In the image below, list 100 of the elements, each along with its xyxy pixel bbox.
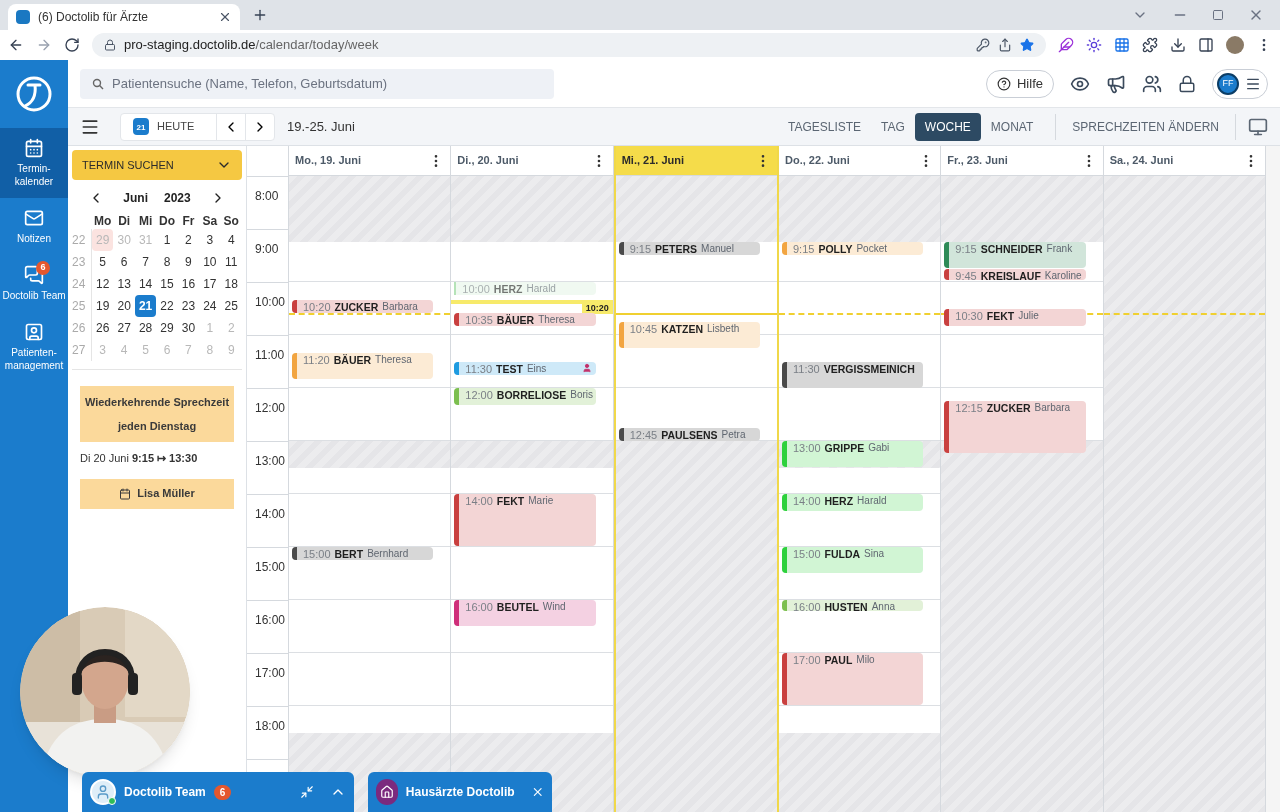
calendar-day[interactable]: 12 — [92, 273, 114, 295]
appointment-card[interactable]: 11:20 BÄUER Theresa — [292, 352, 434, 379]
users-icon[interactable] — [1142, 73, 1162, 94]
calendar-day[interactable]: 5 — [92, 251, 114, 273]
appointment-card[interactable]: 16:00 BEUTEL Wind — [454, 600, 596, 626]
calendar-day[interactable]: 25 — [220, 295, 242, 317]
view-tab[interactable]: WOCHE — [914, 112, 981, 141]
day-header[interactable]: Mi., 21. Juni — [615, 146, 777, 176]
calendar-day[interactable]: 3 — [199, 229, 221, 251]
chat-tab[interactable]: Hausärzte Doctolib — [368, 772, 552, 812]
appointment-card[interactable]: 10:35 BÄUER Theresa — [454, 312, 596, 326]
calendar-day[interactable]: 19 — [92, 295, 114, 317]
appointment-card[interactable]: 10:30 FEKT Julie — [944, 308, 1086, 326]
maximize-icon[interactable] — [1212, 9, 1224, 21]
browser-tab[interactable]: (6) Doctolib für Ärzte — [8, 4, 240, 30]
grid-icon[interactable] — [1114, 37, 1130, 53]
calendar-day[interactable]: 8 — [156, 251, 178, 273]
change-hours-button[interactable]: SPRECHZEITEN ÄNDERN — [1068, 117, 1223, 136]
side-panel-icon[interactable] — [1198, 37, 1214, 53]
appointment-card[interactable]: 9:15 POLLY Pocket — [782, 242, 924, 256]
sidebar-item[interactable]: Termin-kalender — [0, 128, 68, 198]
calendar-day[interactable]: 30 — [177, 317, 200, 339]
extensions-icon[interactable] — [1142, 37, 1158, 53]
calendar-day[interactable]: 6 — [113, 251, 135, 273]
appointment-card[interactable]: 12:45 PAULSENS Petra — [618, 427, 760, 441]
calendar-day[interactable]: 22 — [156, 295, 178, 317]
calendar-day[interactable]: 7 — [134, 251, 157, 273]
new-tab-icon[interactable] — [252, 7, 268, 23]
calendar-day[interactable]: 15 — [156, 273, 178, 295]
appointment-card[interactable]: 17:00 PAUL Milo — [782, 653, 924, 705]
day-label: Mi., 21. Juni — [621, 153, 685, 169]
appointment-card[interactable]: 15:00 BERT Bernhard — [292, 547, 434, 560]
appointment-card[interactable]: 9:15 PETERS Manuel — [618, 242, 760, 256]
search-field[interactable]: Patientensuche (Name, Telefon, Geburtsdatum) — [80, 68, 554, 99]
appointment-card[interactable]: 14:00 FEKT Marie — [454, 494, 596, 546]
key-icon[interactable] — [976, 38, 990, 52]
find-appointment-button[interactable]: TERMIN SUCHEN — [72, 150, 242, 180]
calendar-day[interactable]: 9 — [177, 251, 200, 273]
calendar-day[interactable]: 11 — [220, 251, 242, 273]
calendar-day[interactable]: 17 — [199, 273, 221, 295]
appointment-card[interactable]: 15:00 FULDA Sina — [782, 547, 924, 573]
appointment-time: 13:00 — [793, 442, 821, 454]
appointment-card[interactable]: 14:00 HERZ Harald — [782, 494, 924, 511]
calendar-day[interactable]: 23 — [177, 295, 200, 317]
view-tab[interactable]: MONAT — [980, 112, 1044, 141]
calendar-day[interactable]: 18 — [220, 273, 242, 295]
star-icon[interactable] — [1020, 38, 1034, 52]
patient-surname: SCHNEIDER — [980, 243, 1043, 256]
appointment-card[interactable]: 16:00 HUSTEN Anna — [782, 600, 924, 611]
calendar-day[interactable]: 1 — [156, 229, 178, 251]
appointment-card[interactable]: 12:00 BORRELIOSE Boris — [454, 388, 596, 405]
back-icon[interactable] — [8, 37, 24, 53]
calendar-day[interactable]: 29 — [156, 317, 178, 339]
view-tab[interactable]: TAGESLISTE — [777, 112, 872, 141]
download-icon[interactable] — [1170, 37, 1186, 53]
view-tab[interactable]: TAG — [871, 112, 915, 141]
profile-avatar[interactable] — [1226, 36, 1244, 54]
patient-first-name: Harald — [857, 495, 887, 507]
patient-surname: ZUCKER — [986, 402, 1031, 415]
calendar-day[interactable]: 26 — [92, 317, 114, 339]
calendar-day[interactable]: 2 — [177, 229, 200, 251]
sidebar-item[interactable]: Patienten-management — [0, 312, 68, 382]
close-icon[interactable] — [218, 10, 232, 24]
appointment-card[interactable]: 10:20 ZUCKER Barbara — [292, 299, 434, 313]
flower-icon[interactable] — [1086, 37, 1102, 53]
practitioner-button[interactable]: Lisa Müller — [80, 478, 234, 509]
appointment-card[interactable]: 10:00 HERZ Harald — [454, 282, 596, 295]
weekday-label: Mo — [93, 213, 113, 229]
calendar-day[interactable]: 28 — [134, 317, 157, 339]
calendar-day[interactable]: 10 — [199, 251, 221, 273]
calendar-day[interactable]: 16 — [177, 273, 200, 295]
patient-surname: HUSTEN — [824, 601, 868, 613]
appointment-card[interactable]: 11:30 TEST Eins — [454, 361, 596, 375]
appointment-card[interactable]: 10:45 KATZEN Lisbeth — [618, 321, 760, 348]
calendar-day[interactable]: 21 — [134, 295, 157, 317]
megaphone-icon[interactable] — [1106, 73, 1126, 94]
minimize-icon[interactable] — [300, 785, 314, 799]
calendar-day[interactable]: 4 — [220, 229, 242, 251]
calendar-day[interactable]: 27 — [113, 317, 135, 339]
appointment-card[interactable]: 9:45 KREISLAUF Karoline — [944, 268, 1086, 280]
address-bar[interactable]: pro-staging.doctolib.de/calendar/today/week — [92, 33, 1046, 57]
reload-icon[interactable] — [64, 37, 80, 53]
appointment-card[interactable]: 11:30 VERGISSMEINICH — [782, 361, 924, 388]
appointment-card[interactable]: 12:15 ZUCKER Barbara — [944, 401, 1086, 454]
monitor-icon[interactable] — [1248, 116, 1268, 137]
patient-first-name: Eins — [526, 362, 547, 375]
appointment-card[interactable]: 13:00 GRIPPE Gabi — [782, 441, 924, 467]
sidebar-item[interactable]: Notizen — [0, 198, 68, 255]
calendar-day[interactable]: 20 — [113, 295, 135, 317]
calendar-day[interactable]: 13 — [113, 273, 135, 295]
calendar-day[interactable]: 24 — [199, 295, 221, 317]
chat-tab[interactable]: Doctolib Team 6 — [82, 772, 354, 812]
sidebar-item[interactable]: 6 Doctolib Team — [0, 255, 68, 312]
share-icon[interactable] — [998, 38, 1012, 52]
appointment-card[interactable]: 9:15 SCHNEIDER Frank — [944, 242, 1086, 269]
calendar-day[interactable]: 14 — [134, 273, 157, 295]
chat-title: Doctolib Team — [124, 784, 206, 801]
feather-icon[interactable] — [1058, 37, 1074, 53]
lock-icon — [104, 39, 116, 51]
lock-icon[interactable] — [1178, 74, 1196, 93]
